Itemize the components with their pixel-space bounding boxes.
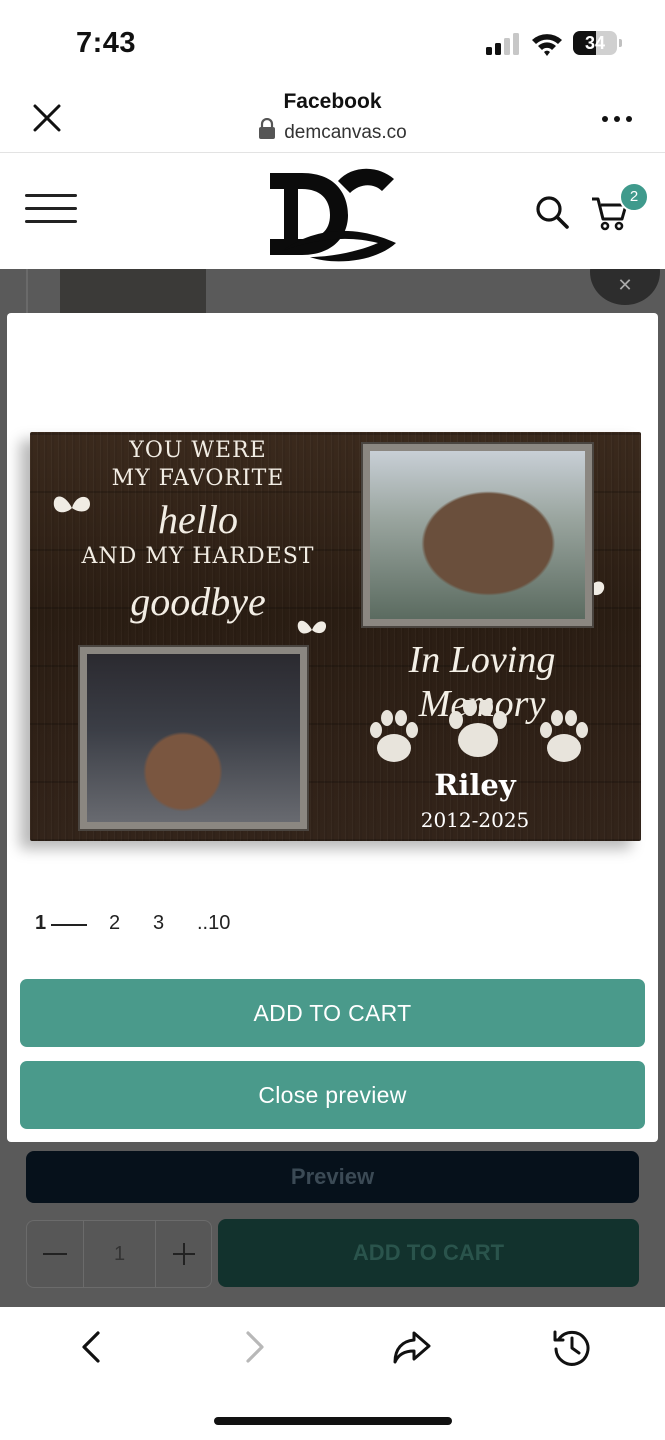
browser-header: Facebook demcanvas.co xyxy=(0,84,665,153)
search-icon[interactable] xyxy=(533,193,571,231)
overlay-close-icon[interactable]: ✕ xyxy=(590,269,660,305)
product-thumbnail xyxy=(60,269,206,315)
signal-icon xyxy=(486,33,520,55)
url-text: demcanvas.co xyxy=(284,122,407,143)
canvas-preview-image: YOU WERE MY FAVORITE hello AND MY HARDES… xyxy=(30,432,641,841)
site-header xyxy=(0,153,665,269)
quote-line-3: AND MY HARDEST xyxy=(81,544,315,569)
pet-photo-1 xyxy=(370,451,585,619)
minus-icon[interactable] xyxy=(43,1253,67,1255)
page-indicator-last[interactable]: ..10 xyxy=(197,912,230,935)
browser-title: Facebook xyxy=(283,90,382,113)
pet-photo-frame-1 xyxy=(363,444,592,626)
history-icon[interactable] xyxy=(552,1327,592,1367)
quote-line-1: YOU WERE xyxy=(129,438,267,463)
pet-photo-2 xyxy=(87,654,300,822)
lock-icon xyxy=(259,118,276,139)
quantity-value[interactable]: 1 xyxy=(84,1221,155,1287)
share-icon[interactable] xyxy=(392,1327,432,1367)
add-to-cart-button-background[interactable]: ADD TO CART xyxy=(218,1219,639,1287)
page-indicator-2[interactable]: 2 xyxy=(109,912,120,935)
forward-icon[interactable] xyxy=(234,1327,274,1367)
back-icon[interactable] xyxy=(72,1327,112,1367)
close-preview-button[interactable]: Close preview xyxy=(20,1061,645,1129)
product-thumbnail-border xyxy=(26,269,28,315)
pet-photo-frame-2 xyxy=(80,647,307,829)
home-indicator xyxy=(214,1417,452,1425)
cart-count-badge: 2 xyxy=(619,182,649,212)
site-logo[interactable] xyxy=(262,159,402,263)
paw-prints-icon xyxy=(370,700,588,762)
wifi-icon xyxy=(532,34,562,56)
page-indicator-3[interactable]: 3 xyxy=(153,912,164,935)
more-icon[interactable] xyxy=(600,114,634,124)
menu-icon[interactable] xyxy=(25,194,77,224)
active-page-line xyxy=(51,924,87,926)
battery-icon: 34 xyxy=(573,31,622,55)
pet-years: 2012-2025 xyxy=(420,808,530,832)
quantity-stepper[interactable]: 1 xyxy=(26,1220,212,1288)
pet-name: Riley xyxy=(434,768,516,802)
browser-url[interactable]: demcanvas.co xyxy=(0,118,665,144)
quote-line-2: MY FAVORITE xyxy=(111,466,285,491)
status-bar: 7:43 34 xyxy=(0,0,665,84)
butterfly-icon xyxy=(297,620,327,634)
add-to-cart-button[interactable]: ADD TO CART xyxy=(20,979,645,1047)
status-time: 7:43 xyxy=(76,27,137,59)
preview-button[interactable]: Preview xyxy=(26,1151,639,1203)
butterfly-icon xyxy=(53,496,90,513)
page-indicator-1[interactable]: 1 xyxy=(35,912,46,935)
preview-modal: YOU WERE MY FAVORITE hello AND MY HARDES… xyxy=(7,313,658,1142)
battery-level: 34 xyxy=(584,33,606,53)
